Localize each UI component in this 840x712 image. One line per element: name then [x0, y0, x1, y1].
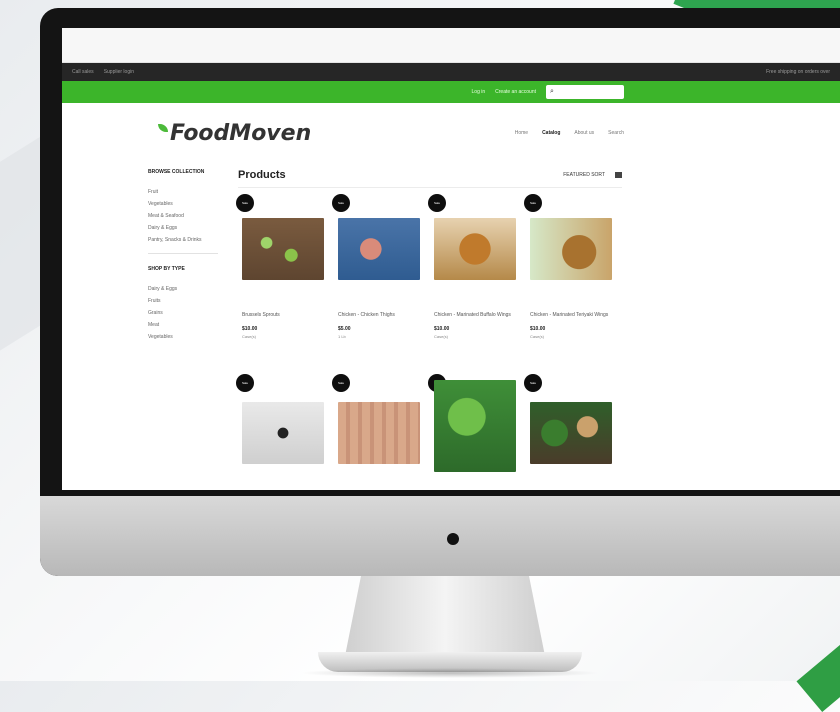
sidebar-item-dairy-eggs[interactable]: Dairy & Eggs [148, 225, 238, 231]
topbar-link-call-sales[interactable]: Call sales [72, 69, 94, 75]
search-input[interactable]: ⌕ [546, 85, 624, 99]
site-header: FoodMoven Home Catalog About us Search [62, 103, 840, 163]
logo-text: FoodMoven [170, 120, 312, 146]
product-image[interactable] [242, 218, 324, 280]
product-image[interactable] [338, 402, 420, 464]
type-heading: SHOP BY TYPE [148, 266, 185, 272]
sale-badge: Sale [428, 194, 446, 212]
product-card[interactable]: Sale [236, 374, 334, 490]
monitor-camera [447, 533, 459, 545]
sidebar-item-fruit[interactable]: Fruit [148, 189, 238, 195]
sidebar-item-pantry[interactable]: Pantry, Snacks & Drinks [148, 237, 238, 243]
product-grid: Sale Brussels Sprouts $10.00 Case(s) Sal… [236, 194, 622, 490]
type-item-dairy-eggs[interactable]: Dairy & Eggs [148, 286, 238, 292]
product-unit: Case(s) [242, 334, 257, 339]
product-unit: Case(s) [434, 334, 449, 339]
topbar-promo-text: Free shipping on orders over [766, 69, 830, 75]
sale-badge: Sale [236, 374, 254, 392]
sale-badge: Sale [332, 194, 350, 212]
product-card[interactable]: Sale [332, 374, 430, 490]
product-image[interactable] [530, 218, 612, 280]
catalog-content: BROWSE COLLECTION Fruit Vegetables Meat … [62, 163, 840, 490]
corner-accent-bottom [796, 629, 840, 712]
sale-badge: Sale [236, 194, 254, 212]
product-image[interactable] [434, 380, 516, 472]
product-price: $10.00 [434, 326, 450, 332]
product-name[interactable]: Chicken - Chicken Thighs [338, 312, 424, 318]
product-name[interactable]: Brussels Sprouts [242, 312, 328, 318]
login-link[interactable]: Log in [472, 89, 486, 95]
product-image[interactable] [242, 402, 324, 464]
nav-home[interactable]: Home [515, 130, 528, 136]
monitor-shadow [300, 668, 600, 678]
type-item-vegetables[interactable]: Vegetables [148, 334, 238, 340]
type-item-meat[interactable]: Meat [148, 322, 238, 328]
sidebar-item-vegetables[interactable]: Vegetables [148, 201, 238, 207]
sidebar-item-meat-seafood[interactable]: Meat & Seafood [148, 213, 238, 219]
product-unit: Case(s) [530, 334, 545, 339]
product-card[interactable]: Sale Chicken - Marinated Buffalo Wings $… [428, 194, 526, 364]
sale-badge: Sale [524, 194, 542, 212]
product-card[interactable]: Sale Chicken - Marinated Teriyaki Wings … [524, 194, 622, 364]
product-image[interactable] [338, 218, 420, 280]
leaf-icon [158, 124, 168, 132]
type-item-fruits[interactable]: Fruits [148, 298, 238, 304]
monitor-chin [40, 496, 840, 576]
site-logo[interactable]: FoodMoven [158, 121, 311, 146]
product-price: $10.00 [530, 326, 546, 332]
product-area: Products FEATURED SORT Sale Brussels Spr… [236, 163, 622, 490]
page-title: Products [238, 169, 286, 181]
product-name[interactable]: Chicken - Marinated Buffalo Wings [434, 312, 520, 318]
sidebar-divider [148, 253, 218, 254]
monitor-stand-neck [345, 576, 545, 656]
screen: Call sales Supplier login Free shipping … [62, 28, 840, 490]
create-account-link[interactable]: Create an account [495, 89, 536, 95]
product-card[interactable]: Sale [428, 374, 526, 490]
topbar-link-supplier-login[interactable]: Supplier login [104, 69, 134, 75]
browser-bar [62, 28, 840, 63]
account-bar: Log in Create an account ⌕ [62, 81, 840, 103]
sort-controls: FEATURED SORT [563, 172, 622, 178]
search-icon: ⌕ [550, 88, 554, 95]
grid-view-icon[interactable] [615, 172, 622, 178]
browse-heading: BROWSE COLLECTION [148, 169, 205, 175]
product-card[interactable]: Sale Chicken - Chicken Thighs $5.00 1 Lb [332, 194, 430, 364]
top-info-bar: Call sales Supplier login Free shipping … [62, 63, 840, 81]
product-unit: 1 Lb [338, 334, 346, 339]
sort-dropdown[interactable]: FEATURED SORT [563, 172, 605, 178]
product-name[interactable]: Chicken - Marinated Teriyaki Wings [530, 312, 616, 318]
sale-badge: Sale [332, 374, 350, 392]
sidebar: BROWSE COLLECTION Fruit Vegetables Meat … [148, 163, 238, 490]
main-nav: Home Catalog About us Search [515, 130, 624, 136]
nav-catalog[interactable]: Catalog [542, 130, 560, 136]
product-price: $5.00 [338, 326, 351, 332]
sale-badge: Sale [524, 374, 542, 392]
nav-search[interactable]: Search [608, 130, 624, 136]
product-image[interactable] [530, 402, 612, 464]
product-card[interactable]: Sale [524, 374, 622, 490]
product-image[interactable] [434, 218, 516, 280]
type-item-grains[interactable]: Grains [148, 310, 238, 316]
product-card[interactable]: Sale Brussels Sprouts $10.00 Case(s) [236, 194, 334, 364]
product-area-header: Products FEATURED SORT [238, 163, 622, 188]
nav-about[interactable]: About us [574, 130, 594, 136]
product-price: $10.00 [242, 326, 258, 332]
